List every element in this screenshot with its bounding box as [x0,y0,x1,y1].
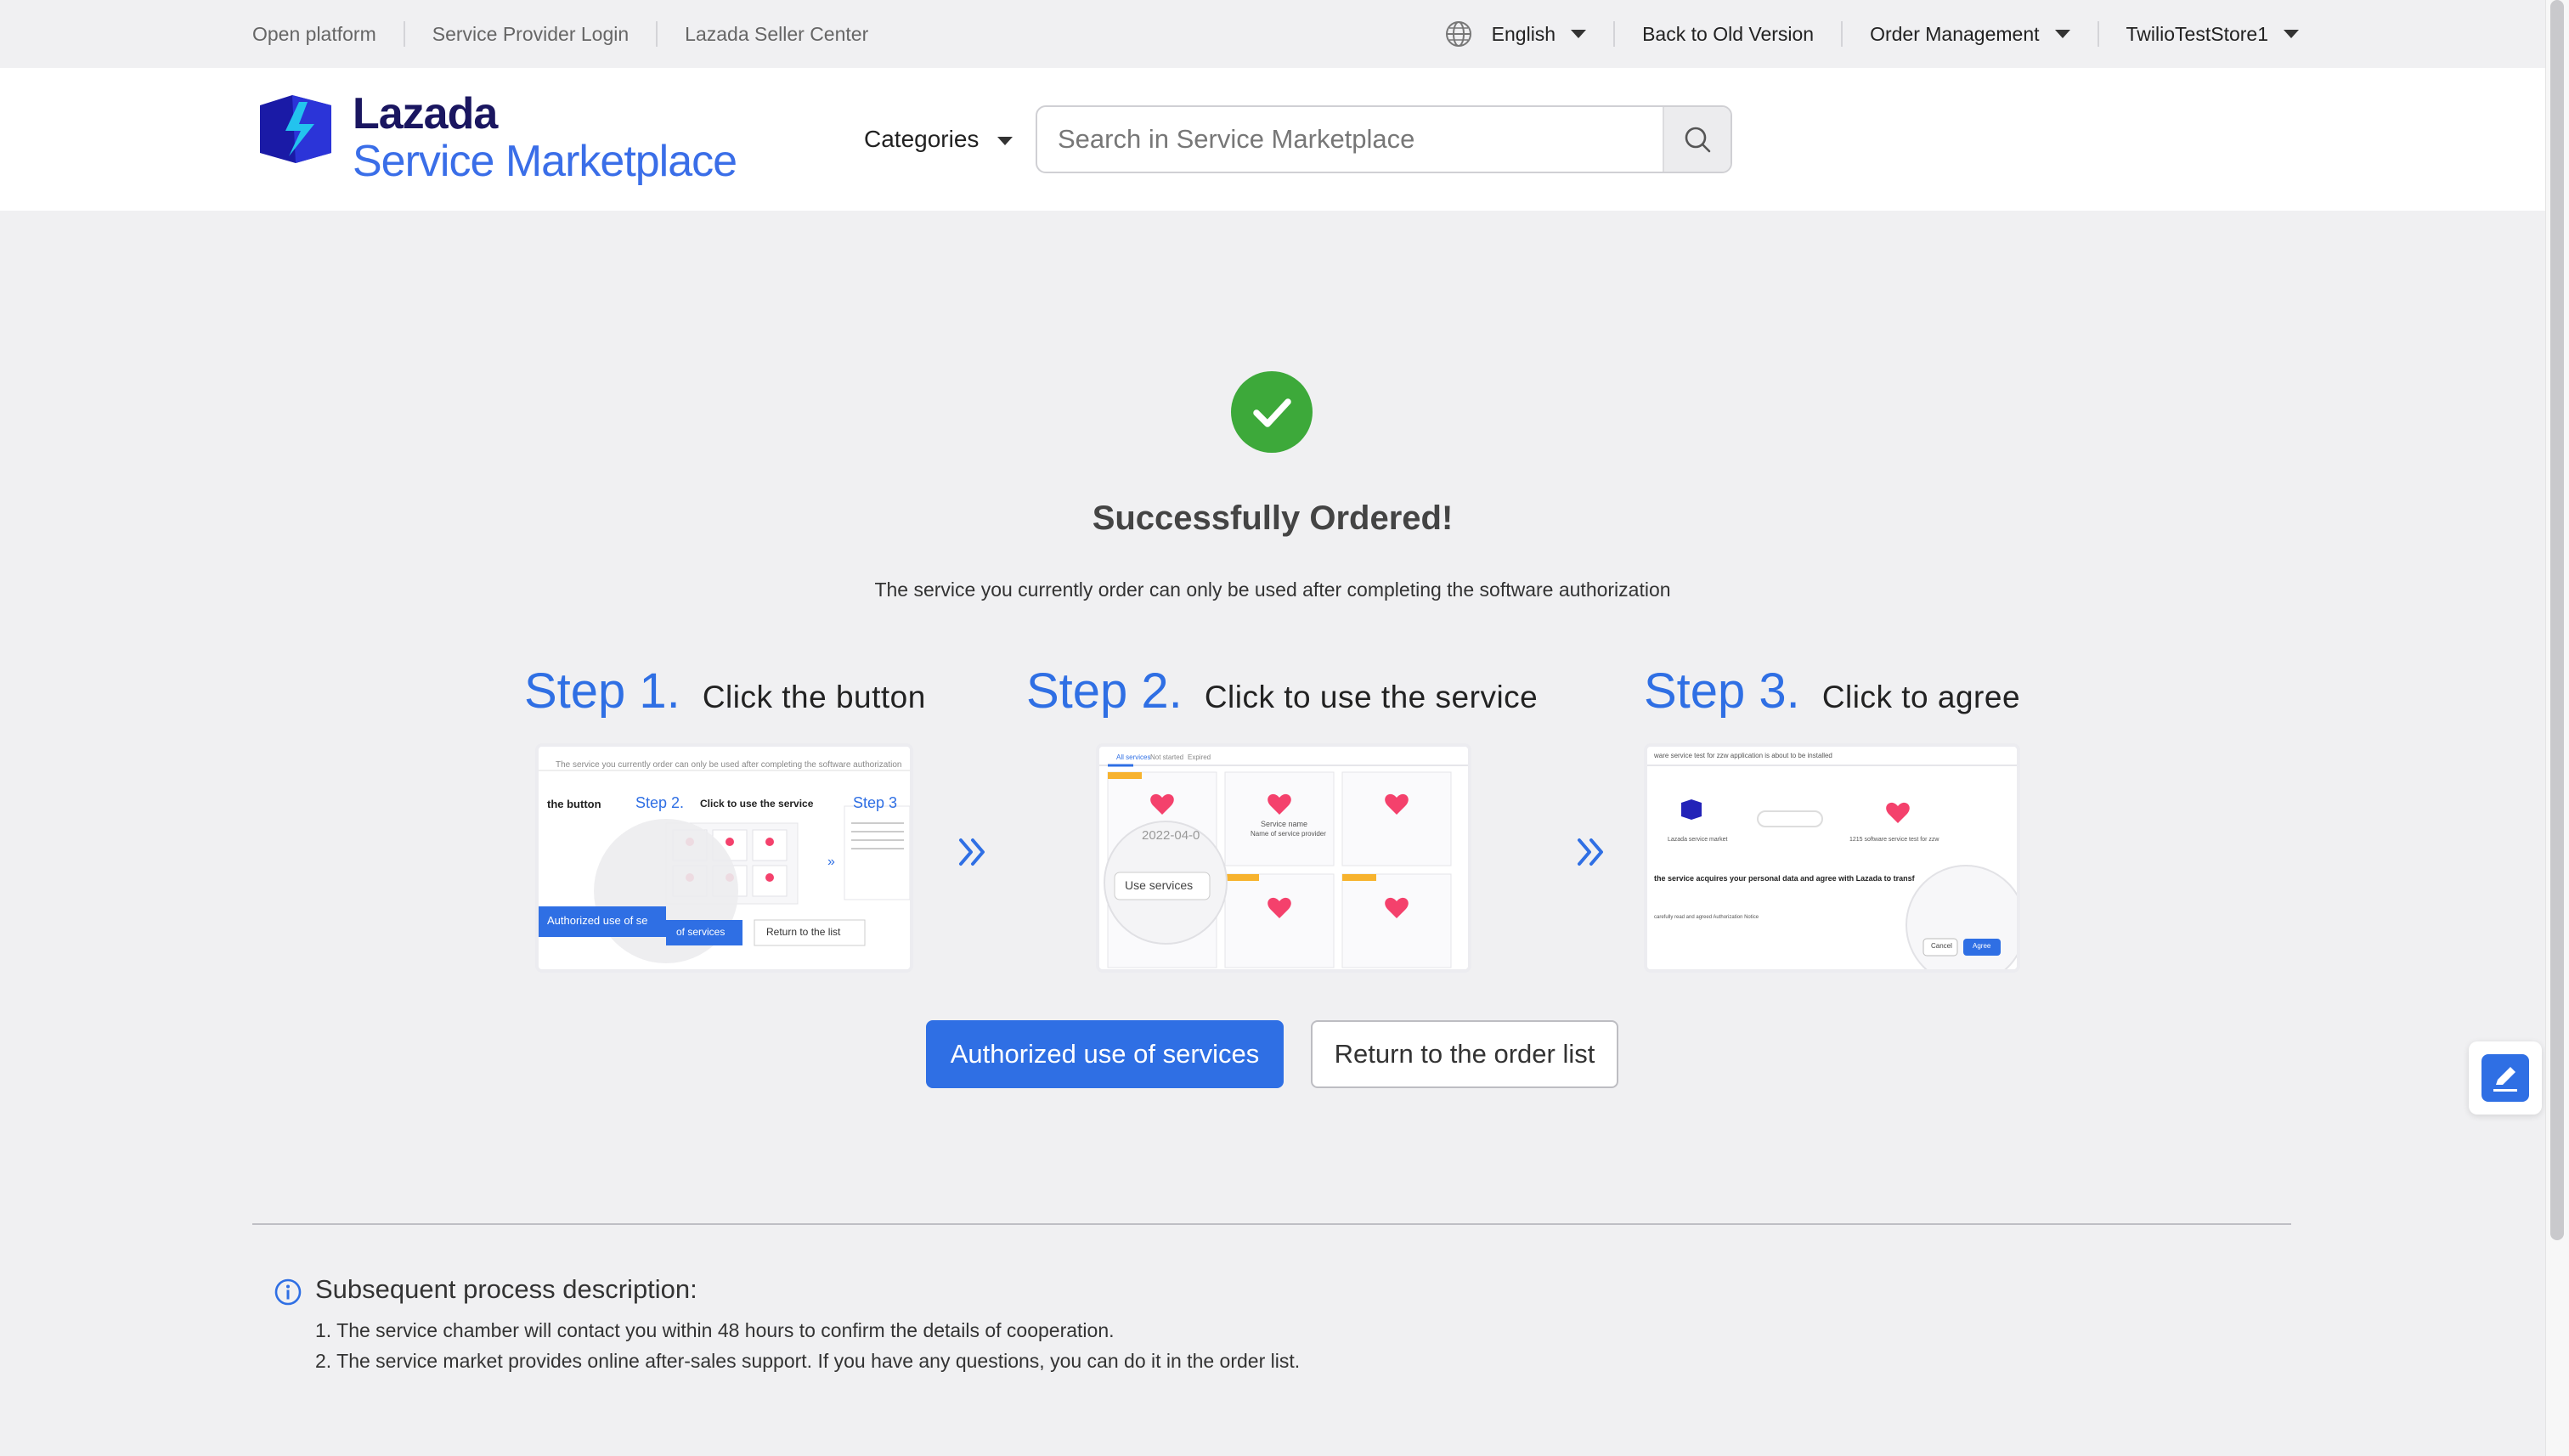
account-label: TwilioTestStore1 [2126,22,2268,45]
order-management-label: Order Management [1870,22,2040,45]
open-platform-link[interactable]: Open platform [252,23,376,46]
return-to-order-list-button[interactable]: Return to the order list [1311,1020,1618,1088]
search-input[interactable] [1037,107,1666,172]
illustration-text: Not started [1150,753,1184,761]
service-provider-login-link[interactable]: Service Provider Login [432,23,629,46]
divider [1841,21,1843,47]
divider [403,21,405,47]
step-3-heading: Step 3. Click to agree [1644,663,2020,720]
illustration-text: The service you currently order can only… [556,760,902,770]
lazada-logo-mark [260,95,331,163]
step-3-illustration: ware service test for zzw application is… [1644,743,2020,973]
step-1-illustration: » The service you currently order can on… [535,743,913,973]
scrollbar-thumb[interactable] [2550,0,2564,1240]
step-number: Step 3. [1644,663,1800,719]
logo-text-service-marketplace: Service Marketplace [353,137,737,186]
search-icon [1685,127,1711,153]
illustration-text: carefully read and agreed Authorization … [1654,915,1759,920]
illustration-text: of services [676,926,726,938]
authorized-use-of-services-button[interactable]: Authorized use of services [926,1020,1284,1088]
divider [2097,21,2099,47]
info-icon [274,1278,302,1306]
page-subtitle: The service you currently order can only… [874,578,1671,601]
search-bar [1036,105,1732,173]
back-to-old-version-label: Back to Old Version [1642,22,1815,45]
illustration-text: Expired [1188,753,1211,761]
check-icon [1253,398,1291,427]
top-right-menu: English Back to Old Version Order Manage… [1444,0,2299,68]
step-2-illustration: All services Not started Expired Service… [1096,743,1471,973]
step-2-illustration-graphic [1099,747,1468,969]
step-description: Click the button [702,680,926,714]
order-management-menu[interactable]: Order Management [1870,22,2070,46]
edit-icon [2481,1054,2529,1102]
illustration-text: the service acquires your personal data … [1654,874,1915,883]
illustration-text: Step 3 [853,794,898,811]
caret-down-icon [1571,30,1587,38]
double-chevron-right-icon [1578,838,1603,866]
language-selector[interactable]: English [1444,20,1587,48]
page-scrollbar[interactable] [2545,0,2569,1456]
illustration-text: Agree [1973,942,1991,950]
illustration-text: Service name [1261,820,1308,828]
caret-down-icon [2284,30,2299,38]
top-left-links: Open platform Service Provider Login Laz… [252,0,868,68]
illustration-text: Click to use the service [700,798,814,810]
illustration-text: Return to the list [766,926,841,938]
search-button[interactable] [1663,107,1731,172]
step-3-illustration-graphic [1647,747,2017,969]
categories-menu[interactable]: Categories [864,126,1013,153]
account-menu[interactable]: TwilioTestStore1 [2126,23,2299,46]
illustration-text: Use services [1125,878,1194,892]
step-description: Click to agree [1821,680,2021,714]
double-chevron-right-icon [959,838,985,866]
section-divider [252,1223,2291,1225]
seller-center-link[interactable]: Lazada Seller Center [685,23,868,46]
logo-text-lazada: Lazada [353,89,498,138]
caret-down-icon [997,137,1013,145]
illustration-text: 2022-04-0 [1142,828,1200,843]
success-check-icon [1231,371,1313,453]
back-to-old-version-link[interactable]: Back to Old Version [1642,23,1814,46]
step-1-heading: Step 1. Click the button [524,663,926,720]
illustration-text: ware service test for zzw application is… [1654,752,1832,759]
process-description-line: 2. The service market provides online af… [315,1350,1301,1372]
illustration-text: All services [1116,753,1151,761]
illustration-text: Authorized use of se [547,914,648,927]
illustration-text: 1215 software service test for zzw [1849,837,1939,843]
page-title: Successfully Ordered! [1092,499,1454,537]
lazada-logo[interactable]: Lazada Service Marketplace [255,87,765,189]
categories-label: Categories [864,126,980,152]
illustration-text: Step 2. [635,794,685,811]
language-label: English [1491,22,1556,45]
top-utility-bar: Open platform Service Provider Login Laz… [0,0,2545,68]
feedback-button[interactable] [2469,1041,2542,1115]
step-number: Step 2. [1026,663,1183,719]
caret-down-icon [2054,30,2070,38]
subsequent-process-title: Subsequent process description: [315,1274,697,1304]
illustration-text: Cancel [1931,942,1952,950]
illustration-text: Name of service provider [1251,830,1326,838]
svg-text:»: » [827,855,835,869]
illustration-text: the button [547,798,601,810]
process-description-line: 1. The service chamber will contact you … [315,1319,1115,1341]
illustration-text: Lazada service market [1668,837,1728,843]
step-2-heading: Step 2. Click to use the service [1026,663,1538,720]
step-description: Click to use the service [1204,680,1539,714]
divider [1613,21,1616,47]
divider [656,21,658,47]
globe-icon [1445,21,1471,47]
header: Lazada Service Marketplace Categories [0,68,2545,211]
step-number: Step 1. [524,663,680,719]
